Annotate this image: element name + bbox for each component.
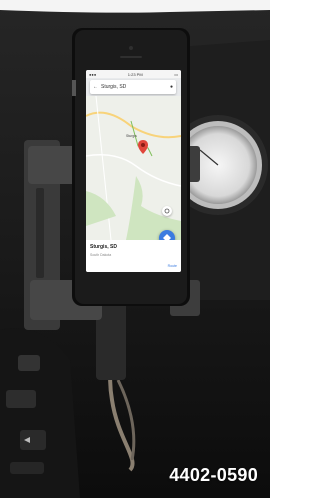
my-location-button[interactable] bbox=[162, 206, 172, 216]
status-time: 1:23 PM bbox=[127, 71, 143, 77]
phone-screen: ●●● 1:23 PM ▭ ← Sturgis, SD ● Sturgis St… bbox=[86, 70, 181, 272]
map-city-label: Sturgis bbox=[126, 134, 137, 138]
map-view[interactable] bbox=[86, 96, 181, 240]
search-text: Sturgis, SD bbox=[101, 84, 127, 90]
part-number: 4402-0590 bbox=[169, 465, 258, 485]
product-photo: ●●● 1:23 PM ▭ ← Sturgis, SD ● Sturgis St… bbox=[0, 0, 270, 498]
background-top bbox=[0, 0, 270, 13]
place-card[interactable]: Sturgis, SD South Dakota Route bbox=[86, 240, 181, 272]
route-link[interactable]: Route bbox=[168, 264, 177, 268]
location-pin-icon[interactable] bbox=[138, 140, 148, 154]
back-icon[interactable]: ← bbox=[93, 84, 98, 90]
mic-icon[interactable]: ● bbox=[170, 84, 173, 90]
search-bar[interactable]: ← Sturgis, SD ● bbox=[90, 80, 176, 94]
place-subtitle: South Dakota bbox=[90, 253, 112, 257]
battery-icon: ▭ bbox=[174, 71, 178, 77]
crosshair-icon bbox=[164, 208, 170, 214]
status-bar: ●●● 1:23 PM ▭ bbox=[86, 70, 181, 78]
signal-icon: ●●● bbox=[89, 71, 97, 77]
place-name: Sturgis, SD bbox=[90, 244, 117, 250]
